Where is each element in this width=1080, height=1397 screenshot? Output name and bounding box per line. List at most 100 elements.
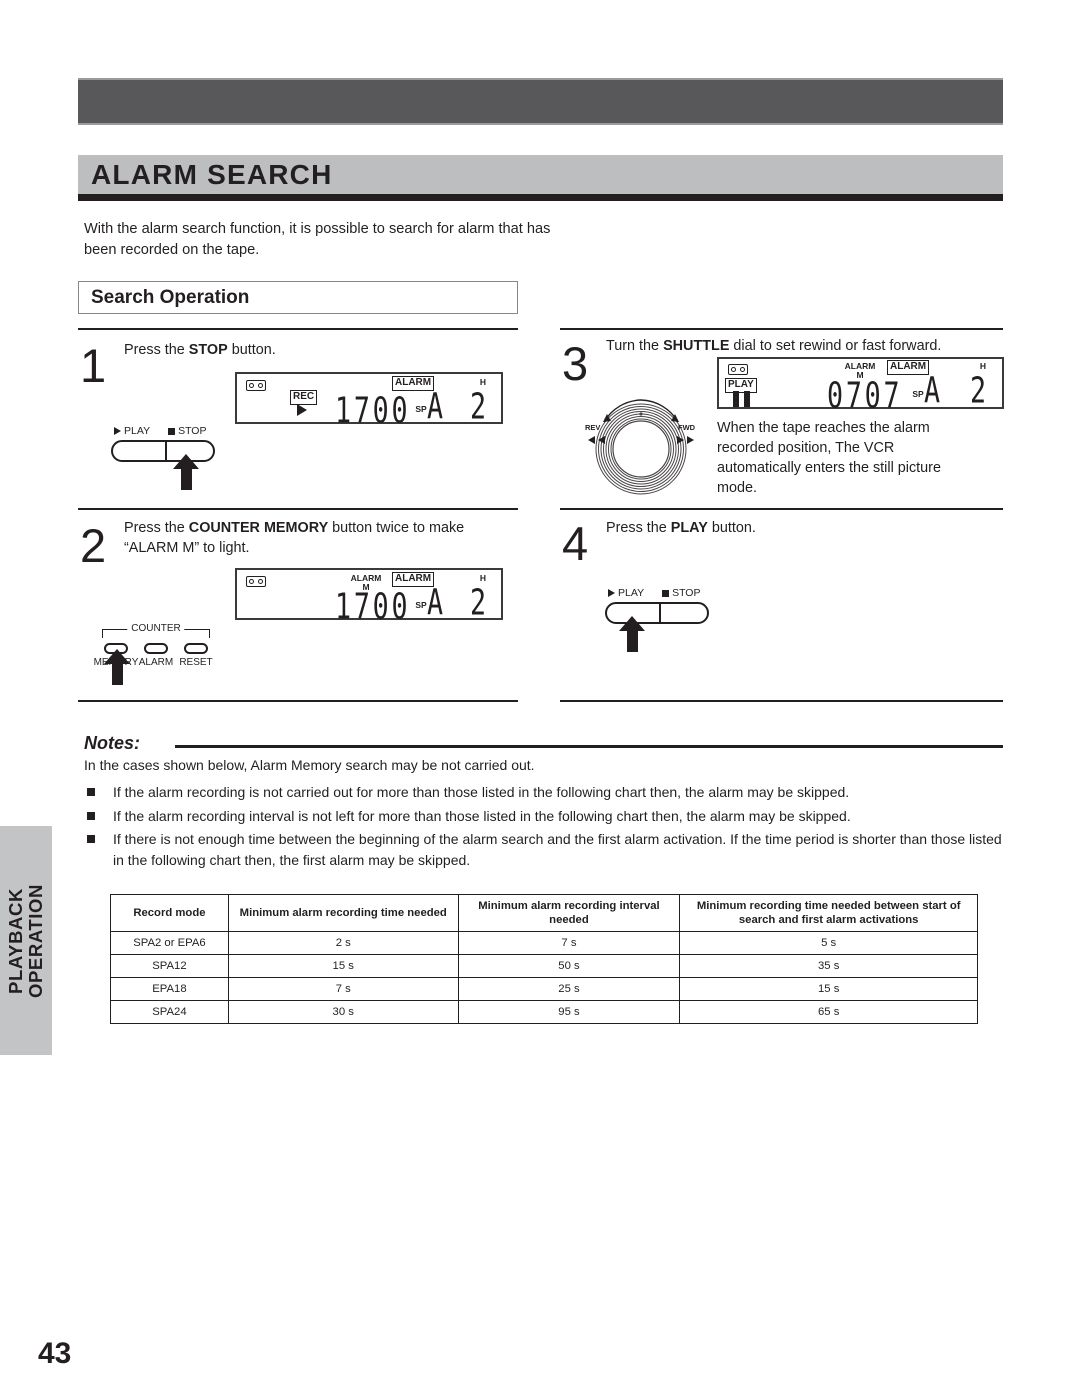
table-row: EPA18 7 s 25 s 15 s [110, 977, 978, 1001]
step-3-instruction: Turn the SHUTTLE dial to set rewind or f… [606, 336, 1006, 356]
table-cell: 65 s [679, 1000, 978, 1024]
step-2-alarm-letter: A [427, 581, 446, 624]
table-cell: 50 s [457, 954, 681, 978]
rec-indicator: REC [290, 390, 318, 405]
cassette-icon [246, 576, 266, 587]
header-band [78, 78, 1003, 125]
step-2: 2 Press the COUNTER MEMORY button twice … [78, 510, 518, 700]
page-title-band: ALARM SEARCH [78, 155, 1003, 197]
shuttle-dial-graphic[interactable] [582, 392, 700, 500]
step-3-counter-value: 0707 [827, 374, 903, 417]
step-1-instruction: Press the STOP button. [124, 340, 504, 360]
table-cell: 7 s [457, 931, 681, 955]
step-2-text-bold: COUNTER MEMORY [188, 520, 329, 536]
divider-right-bottom [560, 700, 1003, 702]
notes-list: If the alarm recording is not carried ou… [84, 782, 1004, 873]
counter-group-label: COUNTER [127, 623, 185, 634]
step-3-note: When the tape reaches the alarm recorded… [717, 420, 941, 496]
step-3-number: 3 [562, 337, 589, 390]
sp-label: SP [912, 389, 924, 399]
note-item: If the alarm recording is not carried ou… [84, 782, 1004, 803]
page-title: ALARM SEARCH [91, 159, 333, 190]
table-row: SPA12 15 s 50 s 35 s [110, 954, 978, 978]
play-triangle-icon [608, 589, 615, 597]
step-3-vcr-display: PLAY ALARM M 0707 SP ALARM A H 2 [717, 357, 1004, 414]
notes-intro: In the cases shown below, Alarm Memory s… [84, 757, 535, 773]
record-mode-table: Record mode Minimum alarm recording time… [110, 894, 978, 1024]
table-cell: SPA2 or EPA6 [110, 931, 229, 955]
cassette-icon [246, 380, 266, 391]
table-header-cell: Record mode [110, 894, 229, 932]
step-4-text-after: button. [707, 520, 756, 536]
step-3-alarm-letter: A [924, 369, 943, 412]
manual-page: PLAYBACK OPERATION ALARM SEARCH With the… [0, 0, 1080, 1397]
table-cell: SPA12 [110, 954, 229, 978]
counter-bracket: COUNTER [102, 623, 210, 638]
table-header-cell: Minimum recording time needed between st… [679, 894, 978, 932]
table-row: SPA24 30 s 95 s 65 s [110, 1000, 978, 1024]
table-cell: 95 s [457, 1000, 681, 1024]
play-triangle-icon [114, 427, 121, 435]
counter-reset-button[interactable] [184, 643, 208, 654]
play-label-group: PLAY [608, 587, 644, 599]
sidebar-tab-line-1: PLAYBACK [5, 887, 26, 994]
step-3: 3 Turn the SHUTTLE dial to set rewind or… [560, 330, 1006, 508]
step-3-text-after: dial to set rewind or fast forward. [729, 338, 942, 354]
step-2-number: 2 [80, 519, 107, 572]
table-row: SPA2 or EPA6 2 s 7 s 5 s [110, 931, 978, 955]
table-cell: 2 s [227, 931, 459, 955]
table-header-cell: Minimum alarm recording interval needed [457, 894, 681, 932]
step-4-transport-labels: PLAY STOP [608, 587, 728, 599]
step-1: 1 Press the STOP button. REC 1700 SP ALA… [78, 330, 518, 508]
note-item: If there is not enough time between the … [84, 829, 1004, 870]
play-label: PLAY [618, 587, 645, 599]
step-2-vcr-display: ALARM M 1700 SP ALARM A H 2 [235, 568, 503, 625]
intro-paragraph: With the alarm search function, it is po… [84, 221, 551, 258]
sp-label: SP [415, 404, 427, 414]
table-cell: 35 s [679, 954, 978, 978]
step-1-text-bold: STOP [188, 342, 228, 358]
dial-rev-label: REV [585, 423, 601, 432]
step-4-text-before: Press the [606, 520, 671, 536]
step-4-text-bold: PLAY [670, 520, 708, 536]
section-header-box: Search Operation [78, 281, 518, 314]
step-4-transport-control[interactable]: PLAY STOP [605, 587, 709, 652]
counter-reset-label: RESET [179, 657, 213, 668]
step-3-text-before: Turn the [606, 338, 664, 354]
table-cell: 25 s [457, 977, 681, 1001]
step-1-transport-labels: PLAY STOP [114, 425, 234, 437]
counter-alarm-button[interactable] [144, 643, 168, 654]
table-header-cell: Minimum alarm recording time needed [227, 894, 459, 932]
sidebar-tab-line-2: OPERATION [25, 883, 46, 998]
table-cell: 30 s [227, 1000, 459, 1024]
stop-label-group: STOP [662, 587, 700, 599]
pause-bars-icon [733, 391, 750, 407]
table-cell: 5 s [679, 931, 978, 955]
table-cell: 7 s [227, 977, 459, 1001]
sp-label: SP [415, 600, 427, 610]
shuttle-dial[interactable]: REV FWD [582, 392, 700, 500]
steps-column-right: 3 Turn the SHUTTLE dial to set rewind or… [560, 328, 1006, 702]
step-1-vcr-display: REC 1700 SP ALARM A H 2 [235, 372, 503, 429]
step-1-text-after: button. [227, 342, 276, 358]
table-cell: 15 s [227, 954, 459, 978]
step-2-text-before: Press the [124, 520, 189, 536]
section-heading: Search Operation [91, 287, 250, 308]
table-cell: EPA18 [110, 977, 229, 1001]
stop-square-icon [662, 589, 670, 597]
step-1-transport-control[interactable]: PLAY STOP [111, 425, 215, 490]
step-1-counter-value: 1700 [335, 389, 411, 432]
press-play-arrow-icon [619, 616, 645, 652]
table-cell: SPA24 [110, 1000, 229, 1024]
step-4-number: 4 [562, 517, 589, 570]
play-stop-button[interactable] [111, 440, 215, 462]
table-header-row: Record mode Minimum alarm recording time… [110, 894, 978, 932]
step-1-alarm-letter: A [427, 385, 446, 428]
press-stop-arrow-icon [173, 454, 199, 490]
press-memory-arrow-icon [104, 649, 130, 685]
title-underline [78, 194, 1003, 201]
play-label: PLAY [124, 425, 151, 437]
stop-label: STOP [178, 425, 207, 437]
button-divider [659, 604, 661, 622]
step-2-instruction: Press the COUNTER MEMORY button twice to… [124, 518, 514, 558]
